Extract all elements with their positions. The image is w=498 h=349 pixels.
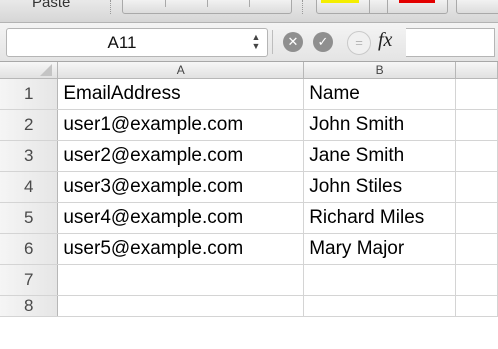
- cell-a3[interactable]: user2@example.com: [57, 140, 305, 172]
- cell-b2[interactable]: John Smith: [303, 109, 457, 141]
- select-all-corner[interactable]: [0, 62, 59, 79]
- cancel-icon[interactable]: ✕: [283, 32, 303, 52]
- cell-b4[interactable]: John Stiles: [303, 171, 457, 203]
- table-row: 8: [0, 295, 498, 317]
- row-header[interactable]: 5: [0, 202, 59, 234]
- cell-c2[interactable]: [455, 109, 498, 141]
- cell-b5[interactable]: Richard Miles: [303, 202, 457, 234]
- ribbon-separator: [110, 0, 111, 14]
- select-all-icon: [40, 64, 53, 76]
- table-row: 7: [0, 264, 498, 296]
- cell-a2[interactable]: user1@example.com: [57, 109, 305, 141]
- cell-c1[interactable]: [455, 78, 498, 110]
- cell-c5[interactable]: [455, 202, 498, 234]
- cell-b7[interactable]: [303, 264, 457, 296]
- ribbon-more-button[interactable]: [456, 0, 498, 14]
- row-header[interactable]: 4: [0, 171, 59, 203]
- equals-icon[interactable]: =: [347, 31, 371, 55]
- name-box[interactable]: A11 ▲ ▼: [6, 28, 268, 57]
- column-header-a[interactable]: A: [57, 62, 305, 79]
- table-row: 6 user5@example.com Mary Major: [0, 233, 498, 265]
- cell-b1[interactable]: Name: [303, 78, 457, 110]
- table-row: 4 user3@example.com John Stiles: [0, 171, 498, 203]
- stepper-icon[interactable]: ▲ ▼: [249, 33, 263, 52]
- font-style-button-group[interactable]: [122, 0, 292, 14]
- cell-a4[interactable]: user3@example.com: [57, 171, 305, 203]
- paste-button[interactable]: Paste: [32, 0, 70, 11]
- button-divider: [165, 0, 166, 7]
- cell-a6[interactable]: user5@example.com: [57, 233, 305, 265]
- row-header[interactable]: 6: [0, 233, 59, 265]
- button-divider: [207, 0, 208, 7]
- spreadsheet-grid: A B 1 EmailAddress Name 2 user1@example.…: [0, 62, 498, 317]
- font-color-swatch: [399, 0, 435, 3]
- cell-a1[interactable]: EmailAddress: [57, 78, 305, 110]
- cell-b3[interactable]: Jane Smith: [303, 140, 457, 172]
- row-header[interactable]: 8: [0, 295, 59, 317]
- table-row: 3 user2@example.com Jane Smith: [0, 140, 498, 172]
- cell-c6[interactable]: [455, 233, 498, 265]
- cell-c7[interactable]: [455, 264, 498, 296]
- table-row: 2 user1@example.com John Smith: [0, 109, 498, 141]
- ribbon-toolbar: Paste: [0, 0, 498, 23]
- table-row: 5 user4@example.com Richard Miles: [0, 202, 498, 234]
- table-row: 1 EmailAddress Name: [0, 78, 498, 110]
- cell-c8[interactable]: [455, 295, 498, 317]
- column-header-c[interactable]: [455, 62, 498, 79]
- formula-input[interactable]: [406, 28, 495, 57]
- row-header[interactable]: 7: [0, 264, 59, 296]
- name-box-value: A11: [107, 33, 137, 52]
- row-header[interactable]: 2: [0, 109, 59, 141]
- fill-color-button-group[interactable]: [316, 0, 448, 14]
- formula-bar: A11 ▲ ▼ ✕ ✓ = fx: [0, 23, 498, 62]
- cell-b6[interactable]: Mary Major: [303, 233, 457, 265]
- cell-a8[interactable]: [57, 295, 305, 317]
- cell-c3[interactable]: [455, 140, 498, 172]
- cell-a7[interactable]: [57, 264, 305, 296]
- column-header-b[interactable]: B: [303, 62, 457, 79]
- button-divider: [387, 0, 388, 13]
- highlight-color-swatch: [321, 0, 359, 3]
- button-divider: [369, 0, 370, 13]
- ribbon-separator: [302, 0, 303, 14]
- formula-bar-separator: [272, 30, 273, 54]
- cell-a5[interactable]: user4@example.com: [57, 202, 305, 234]
- insert-function-button[interactable]: fx: [378, 29, 392, 52]
- cell-b8[interactable]: [303, 295, 457, 317]
- enter-icon[interactable]: ✓: [313, 32, 333, 52]
- row-header[interactable]: 3: [0, 140, 59, 172]
- row-header[interactable]: 1: [0, 78, 59, 110]
- cell-c4[interactable]: [455, 171, 498, 203]
- button-divider: [249, 0, 250, 7]
